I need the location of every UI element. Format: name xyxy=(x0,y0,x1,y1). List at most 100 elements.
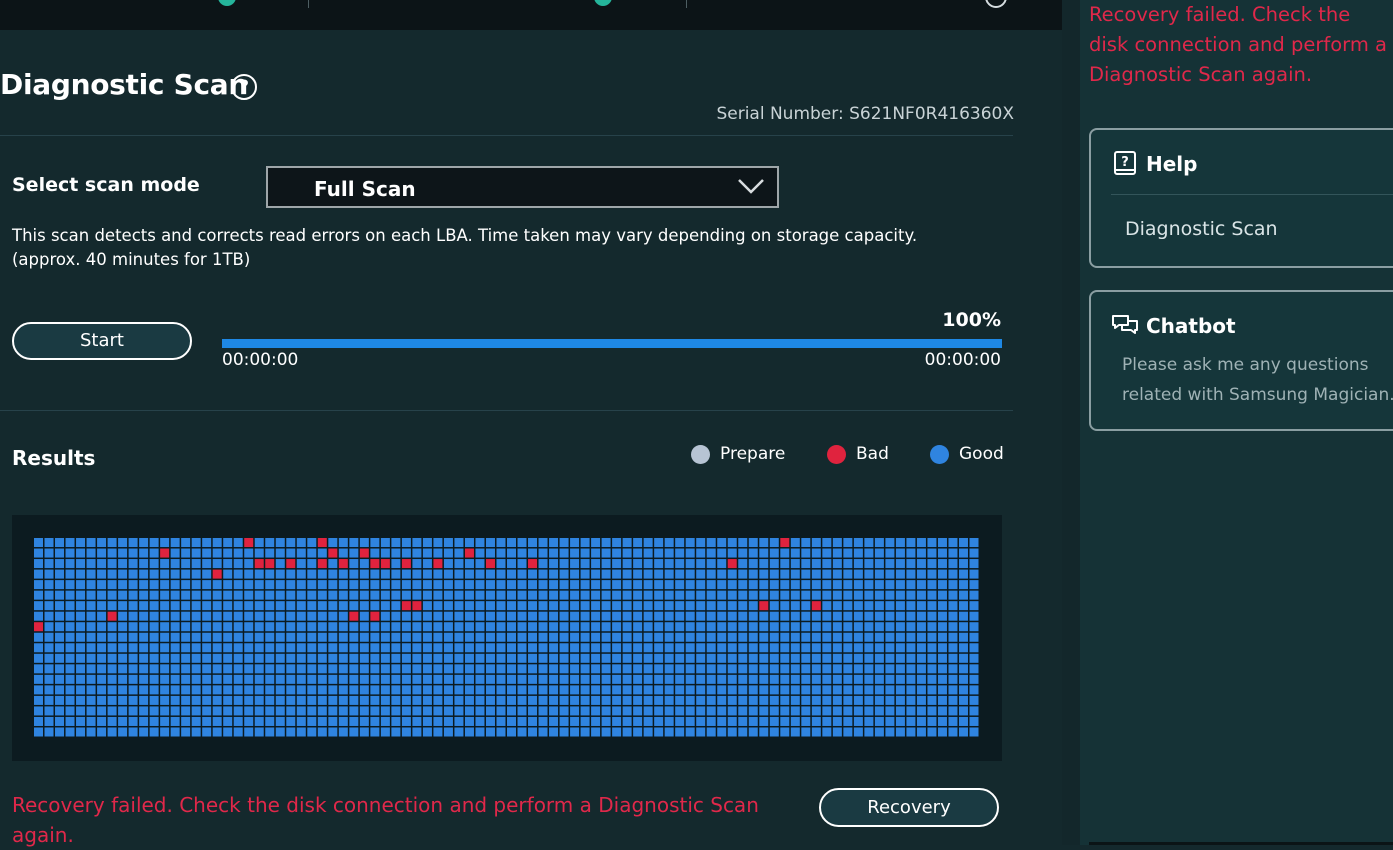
good-block xyxy=(538,590,548,600)
good-block xyxy=(727,601,737,611)
good-block xyxy=(296,674,306,684)
good-block xyxy=(853,664,863,674)
good-block xyxy=(34,695,44,705)
good-block xyxy=(633,685,643,695)
good-block xyxy=(748,548,758,558)
scan-results-panel xyxy=(12,515,1002,761)
good-block xyxy=(191,695,201,705)
good-block xyxy=(307,716,317,726)
good-block xyxy=(475,548,485,558)
scan-mode-dropdown[interactable]: Full Scan xyxy=(266,166,779,208)
good-block xyxy=(170,664,180,674)
good-block xyxy=(853,632,863,642)
good-block xyxy=(244,590,254,600)
help-icon[interactable]: ? xyxy=(231,74,257,100)
good-block xyxy=(265,622,275,632)
good-block xyxy=(422,569,432,579)
good-block xyxy=(475,622,485,632)
settings-icon[interactable] xyxy=(985,0,1007,8)
help-link-diagnostic-scan[interactable]: Diagnostic Scan xyxy=(1125,218,1278,240)
good-block xyxy=(475,727,485,737)
good-block xyxy=(727,706,737,716)
good-block xyxy=(65,622,75,632)
good-block xyxy=(170,580,180,590)
good-block xyxy=(296,548,306,558)
good-block xyxy=(748,611,758,621)
good-block xyxy=(433,590,443,600)
good-block xyxy=(706,538,716,548)
good-block xyxy=(517,716,527,726)
good-block xyxy=(202,548,212,558)
good-block xyxy=(97,664,107,674)
good-block xyxy=(822,622,832,632)
good-block xyxy=(612,674,622,684)
good-block xyxy=(433,611,443,621)
good-block xyxy=(149,643,159,653)
good-block xyxy=(675,653,685,663)
good-block xyxy=(244,632,254,642)
good-block xyxy=(149,538,159,548)
good-block xyxy=(65,569,75,579)
good-block xyxy=(696,716,706,726)
good-block xyxy=(843,548,853,558)
good-block xyxy=(307,569,317,579)
good-block xyxy=(496,580,506,590)
good-block xyxy=(254,622,264,632)
good-block xyxy=(370,601,380,611)
good-block xyxy=(643,727,653,737)
good-block xyxy=(801,622,811,632)
good-block xyxy=(759,653,769,663)
good-block xyxy=(139,706,149,716)
good-block xyxy=(622,706,632,716)
good-block xyxy=(202,685,212,695)
good-block xyxy=(107,716,117,726)
good-block xyxy=(433,569,443,579)
good-block xyxy=(916,653,926,663)
good-block xyxy=(244,559,254,569)
good-block xyxy=(401,706,411,716)
good-block xyxy=(706,716,716,726)
good-block xyxy=(139,590,149,600)
good-block xyxy=(874,685,884,695)
good-block xyxy=(811,685,821,695)
good-block xyxy=(727,590,737,600)
good-block xyxy=(286,548,296,558)
good-block xyxy=(696,653,706,663)
good-block xyxy=(643,653,653,663)
good-block xyxy=(727,611,737,621)
good-block xyxy=(843,622,853,632)
good-block xyxy=(706,569,716,579)
chatbot-card[interactable]: Chatbot Please ask me any questions rela… xyxy=(1089,290,1393,431)
good-block xyxy=(958,706,968,716)
good-block xyxy=(874,590,884,600)
good-block xyxy=(139,716,149,726)
good-block xyxy=(727,569,737,579)
good-block xyxy=(118,580,128,590)
good-block xyxy=(517,674,527,684)
good-block xyxy=(443,695,453,705)
good-block xyxy=(370,643,380,653)
start-button[interactable]: Start xyxy=(12,322,192,360)
bad-block xyxy=(412,601,422,611)
good-block xyxy=(223,653,233,663)
good-block xyxy=(612,611,622,621)
good-block xyxy=(643,674,653,684)
good-block xyxy=(717,695,727,705)
good-block xyxy=(223,685,233,695)
good-block xyxy=(307,685,317,695)
good-block xyxy=(769,538,779,548)
legend-label: Good xyxy=(959,444,1004,464)
good-block xyxy=(507,548,517,558)
good-block xyxy=(916,632,926,642)
good-block xyxy=(538,643,548,653)
good-block xyxy=(485,674,495,684)
good-block xyxy=(853,569,863,579)
good-block xyxy=(181,727,191,737)
good-block xyxy=(633,559,643,569)
good-block xyxy=(853,653,863,663)
good-block xyxy=(139,548,149,558)
good-block xyxy=(696,559,706,569)
good-block xyxy=(338,716,348,726)
good-block xyxy=(254,569,264,579)
recovery-button[interactable]: Recovery xyxy=(819,788,999,827)
